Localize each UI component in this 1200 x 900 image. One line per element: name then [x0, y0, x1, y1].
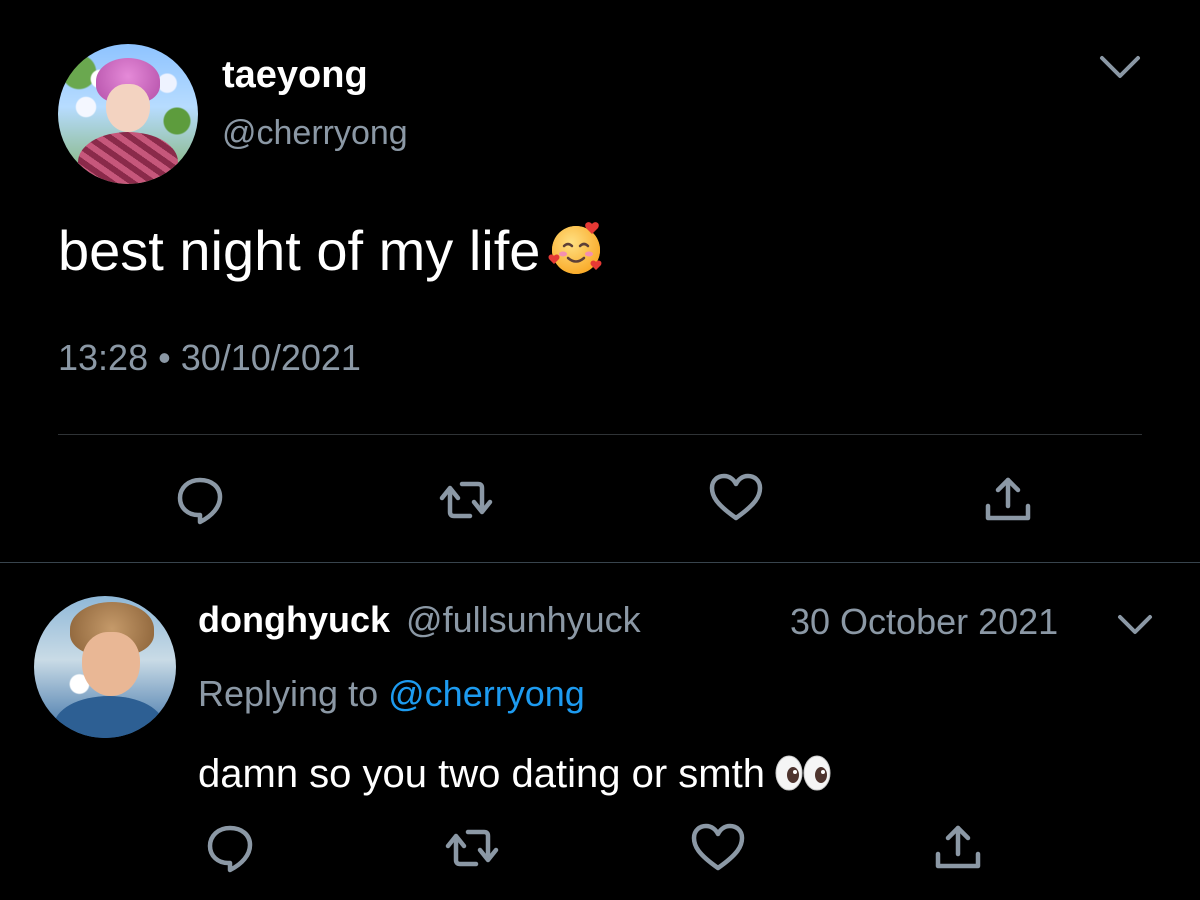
avatar-donghyuck[interactable]	[34, 596, 176, 738]
avatar-face	[106, 84, 150, 132]
share-icon[interactable]	[978, 470, 1038, 530]
reply-date[interactable]: 30 October 2021	[790, 604, 1058, 640]
replying-to-label: Replying to	[198, 673, 379, 714]
main-time: 13:28	[58, 337, 149, 378]
like-icon[interactable]	[688, 818, 748, 878]
reply-display-name[interactable]: donghyuck	[198, 599, 390, 640]
reply-tweet-body: damn so you two dating or smth	[198, 752, 765, 796]
reply-header: donghyuck @fullsunhyuck	[198, 602, 641, 638]
main-tweet-text: best night of my life	[58, 220, 604, 282]
main-display-name[interactable]: taeyong	[222, 56, 368, 94]
divider	[58, 434, 1142, 435]
avatar-shirt	[54, 696, 164, 738]
main-time-separator: •	[158, 337, 171, 378]
replying-to-mention[interactable]: @cherryong	[388, 673, 585, 714]
thread-divider	[0, 562, 1200, 563]
reply-icon[interactable]	[170, 470, 230, 530]
chevron-down-icon[interactable]	[1098, 52, 1142, 82]
reply-icon[interactable]	[200, 818, 260, 878]
like-icon[interactable]	[706, 468, 766, 528]
replying-to: Replying to @cherryong	[198, 676, 585, 712]
share-icon[interactable]	[928, 818, 988, 878]
smiling-face-with-hearts-icon	[548, 220, 604, 276]
avatar-shirt	[78, 132, 178, 184]
main-date: 30/10/2021	[180, 337, 361, 378]
retweet-icon[interactable]	[442, 818, 502, 878]
eyes-icon	[773, 753, 833, 793]
main-tweet-body: best night of my life	[58, 219, 541, 282]
reply-tweet-text: damn so you two dating or smth	[198, 752, 833, 796]
avatar-face	[82, 632, 140, 696]
avatar-taeyong[interactable]	[58, 44, 198, 184]
reply-handle[interactable]: @fullsunhyuck	[406, 599, 641, 640]
main-handle[interactable]: @cherryong	[222, 116, 408, 150]
main-timestamp[interactable]: 13:28 • 30/10/2021	[58, 340, 361, 376]
retweet-icon[interactable]	[436, 470, 496, 530]
chevron-down-icon[interactable]	[1116, 612, 1154, 638]
